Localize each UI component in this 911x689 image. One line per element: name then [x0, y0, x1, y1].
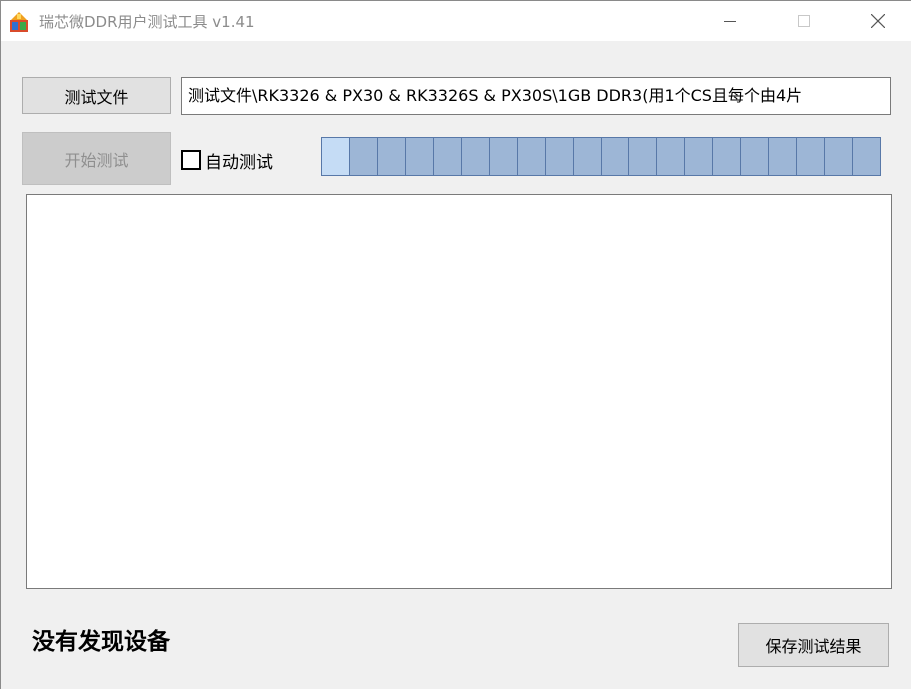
auto-test-label: 自动测试 — [205, 152, 273, 173]
progress-segment — [628, 137, 658, 176]
device-status-text: 没有发现设备 — [32, 629, 170, 655]
progress-segment — [404, 137, 434, 176]
progress-segment — [768, 137, 798, 176]
progress-segment — [321, 137, 350, 176]
save-results-button[interactable]: 保存测试结果 — [738, 623, 889, 667]
progress-segment — [824, 137, 854, 176]
progress-segment — [376, 137, 406, 176]
app-icon — [8, 11, 30, 33]
test-file-path-field[interactable]: 测试文件\RK3326 & PX30 & RK3326S & PX30S\1GB… — [181, 77, 891, 115]
progress-segment — [740, 137, 770, 176]
close-button[interactable] — [855, 1, 901, 41]
progress-segment — [544, 137, 574, 176]
close-icon — [871, 14, 885, 28]
maximize-icon — [798, 15, 810, 27]
progress-segment — [432, 137, 462, 176]
progress-segment — [516, 137, 546, 176]
auto-test-checkbox[interactable]: 自动测试 — [181, 148, 273, 173]
progress-segment — [656, 137, 686, 176]
progress-segment — [488, 137, 518, 176]
progress-segment — [572, 137, 602, 176]
test-log-area[interactable] — [26, 194, 892, 589]
progress-segment — [600, 137, 630, 176]
progress-segment — [712, 137, 742, 176]
main-window: 瑞芯微DDR用户测试工具 v1.41 测试文件 测试文件\RK3326 & PX… — [0, 0, 911, 689]
minimize-button[interactable] — [707, 1, 753, 41]
progress-segment — [852, 137, 882, 176]
progress-segment — [684, 137, 714, 176]
title-bar[interactable]: 瑞芯微DDR用户测试工具 v1.41 — [1, 1, 911, 41]
auto-test-checkbox-box[interactable] — [181, 150, 201, 170]
test-file-button[interactable]: 测试文件 — [22, 77, 171, 114]
window-title: 瑞芯微DDR用户测试工具 v1.41 — [39, 13, 255, 31]
progress-segment — [460, 137, 490, 176]
start-test-button[interactable]: 开始测试 — [22, 132, 171, 185]
progress-segment — [796, 137, 826, 176]
minimize-icon — [724, 21, 736, 22]
maximize-button[interactable] — [781, 1, 827, 41]
test-progress-bar — [321, 137, 882, 176]
progress-segment — [348, 137, 378, 176]
